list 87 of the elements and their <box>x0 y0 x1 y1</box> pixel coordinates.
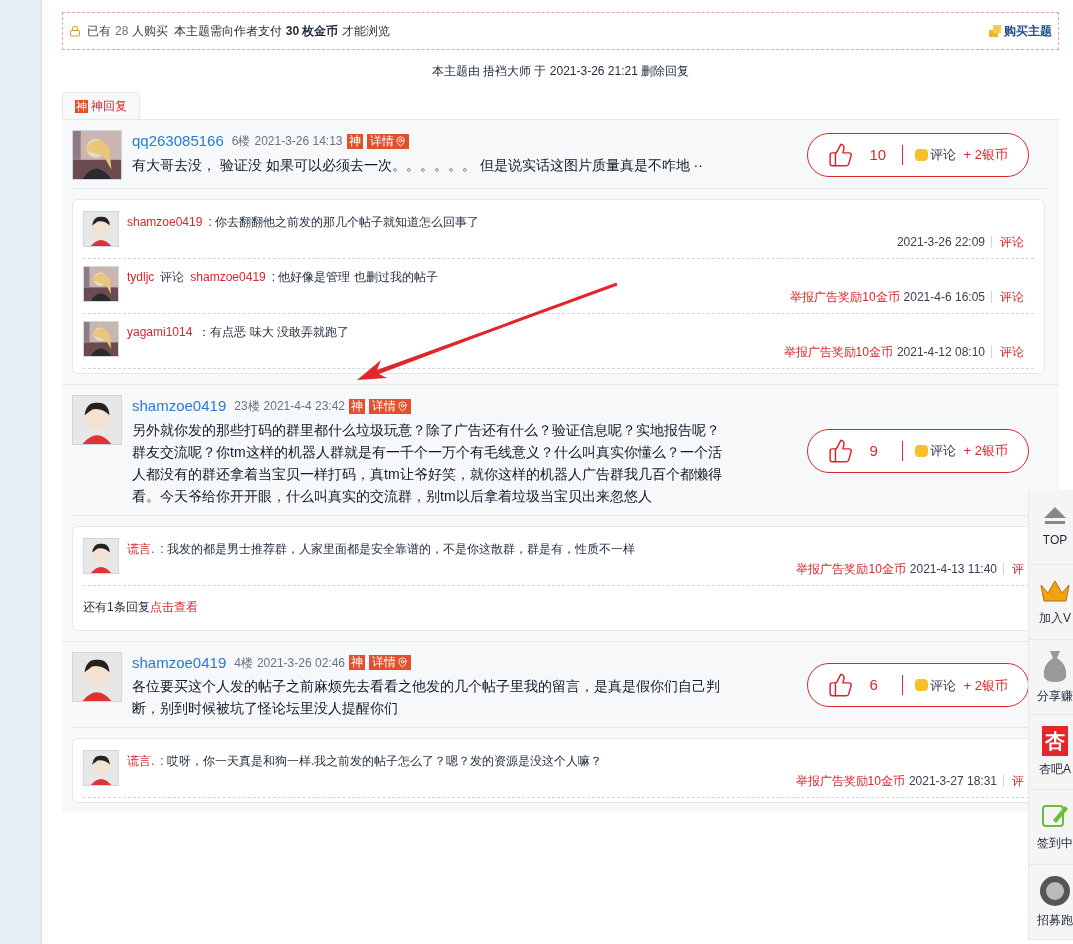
side-tool[interactable]: 分享赚 <box>1029 640 1073 715</box>
tab[interactable]: 神 神回复 <box>62 92 140 119</box>
like-count: 10 <box>869 144 888 165</box>
comment-time: 2021-4-6 16:05 <box>903 289 985 306</box>
comment-reply-link[interactable]: 评 <box>1012 772 1024 790</box>
author-name[interactable]: qq263085166 <box>132 130 224 153</box>
speech-bubble-icon <box>914 679 928 692</box>
god-badge: 神 <box>349 655 365 671</box>
comment-text: : 你去翻翻他之前发的那几个帖子就知道怎么回事了 <box>208 214 480 231</box>
up-arrow-icon <box>1042 505 1068 527</box>
side-tool[interactable]: 杏 杏吧A <box>1029 715 1073 790</box>
like-count: 6 <box>869 675 879 695</box>
post-body: 有大哥去没， 验证没 如果可以必须去一次。。。。。。 但是说实话这图片质量真是不咋地 ·· <box>132 155 704 175</box>
purchase-requirement: 本主题需向作者支付 30 枚金币 才能浏览 <box>174 23 390 40</box>
avatar-icon <box>72 651 122 702</box>
post-body: 另外就你发的那些打码的群里都什么垃圾玩意？除了广告还有什么？验证信息呢？实地报告呢？群友交流呢？你tm这样的机器人群就是有一千个一万个有毛线意义？什么叫真实你懂么？一个活人都没有的群还拿着当宝贝一样打码，真tm让爷好笑，就你这样的机器人广告群我几百个都懒得看。今天爷给你开开眼，什么叫真实的交流群，别tm以后拿着垃圾当宝贝出来忽悠人 <box>132 420 722 506</box>
avatar-icon <box>72 395 122 445</box>
commenter-name[interactable]: 谎言. <box>127 539 155 558</box>
reply-label: 评论 <box>160 269 185 286</box>
reward-text: + 2银币 <box>963 146 1008 165</box>
location-icon <box>397 400 408 412</box>
buyers-count: 28 <box>115 23 129 40</box>
post-body: 各位要买这个人发的帖子之前麻烦先去看看之他发的几个帖子里我的留言，是真是假你们自己判断，别到时候被坑了怪论坛里没人提醒你们 <box>132 677 721 718</box>
avatar-icon <box>83 211 119 247</box>
buyers-prefix: 已有 <box>87 23 111 40</box>
buy-topic-button[interactable]: 购买主题 <box>988 22 1052 40</box>
report-link[interactable]: 举报广告奖励10金币 <box>783 343 893 361</box>
like-count: 9 <box>869 440 879 461</box>
comment-time: 2021-3-27 18:31 <box>908 773 997 790</box>
post-time: 2021-3-26 14:13 <box>254 133 343 151</box>
comment-time: 2021-4-12 08:10 <box>896 344 985 361</box>
commenter-name[interactable]: shamzoe0419 <box>127 213 203 231</box>
post-time: 2021-4-4 23:42 <box>263 398 345 416</box>
comment-time: 2021-3-26 22:09 <box>896 234 985 251</box>
commenter-name[interactable]: tydljc <box>127 268 155 286</box>
comment-reply-link[interactable]: 评论 <box>1000 343 1024 361</box>
comment-text: ：有点恶 味大 没敢弄就跑了 <box>198 324 350 341</box>
more-replies-text: 还有1条回复 <box>83 599 150 614</box>
god-badge: 神 <box>346 133 363 149</box>
comment-time: 2021-4-13 11:40 <box>909 560 997 578</box>
comment-reply-link[interactable]: 评论 <box>1000 233 1024 251</box>
avatar-icon <box>83 537 119 574</box>
author-name[interactable]: shamzoe0419 <box>132 395 227 418</box>
lock-icon <box>69 25 81 37</box>
post-floor: 4楼 <box>234 654 253 672</box>
report-link[interactable]: 举报广告奖励10金币 <box>796 559 906 578</box>
coin-icon <box>1039 875 1071 907</box>
author-name[interactable]: shamzoe0419 <box>132 651 227 674</box>
comment-link[interactable]: 评论 <box>929 145 956 165</box>
speech-bubble-icon <box>914 444 928 457</box>
detail-link[interactable]: 详情 <box>369 398 411 414</box>
detail-link[interactable]: 详情 <box>366 133 409 149</box>
comment-reply-link[interactable]: 评 <box>1012 559 1024 578</box>
post-floor: 6楼 <box>231 133 251 151</box>
comment-link[interactable]: 评论 <box>929 441 956 461</box>
comment-link[interactable]: 评论 <box>929 675 956 695</box>
comment-text: : 他好像是管理 也删过我的帖子 <box>271 269 438 286</box>
speech-bubble-icon <box>914 149 928 161</box>
side-tool[interactable]: TOP <box>1029 490 1073 565</box>
post-floor: 23楼 <box>234 398 260 416</box>
tab-mark: 神 <box>75 99 88 113</box>
app-logo: 杏 <box>1042 726 1068 756</box>
location-icon <box>397 657 408 669</box>
tab-label: 神回复 <box>91 98 127 115</box>
pencil-icon <box>1041 802 1069 830</box>
report-link[interactable]: 举报广告奖励10金币 <box>795 772 905 790</box>
view-more-link[interactable]: 点击查看 <box>149 599 198 614</box>
post-time: 2021-3-26 02:46 <box>256 654 345 672</box>
side-tool[interactable]: 签到中 <box>1029 790 1073 865</box>
report-link[interactable]: 举报广告奖励10金币 <box>790 288 900 306</box>
comment-text: : 哎呀，你一天真是和狗一样.我之前发的帖子怎么了？嗯？发的资源是没这个人嘛？ <box>160 753 603 770</box>
avatar-icon <box>83 750 119 786</box>
comment-text: : 我发的都是男士推荐群，人家里面都是安全靠谱的，不是你这散群，群是有，性质不一样 <box>160 540 635 558</box>
god-badge: 神 <box>349 398 365 414</box>
buyers-suffix: 人购买 <box>132 23 169 40</box>
location-icon <box>394 135 406 147</box>
commenter-name[interactable]: 谎言. <box>127 752 155 770</box>
coins-icon <box>988 24 1002 38</box>
side-tool[interactable]: 加入V <box>1029 565 1073 640</box>
reply-target-name[interactable]: shamzoe0419 <box>190 268 266 286</box>
reward-text: + 2银币 <box>963 442 1008 460</box>
side-tool[interactable]: 招募跑 <box>1029 865 1073 940</box>
commenter-name[interactable]: yagami1014 <box>127 323 193 341</box>
moderation-note: 本主题由 捂裆大师 于 2021-3-26 21:21 删除回复 <box>430 63 691 80</box>
comment-reply-link[interactable]: 评论 <box>1000 288 1024 306</box>
reward-text: + 2银币 <box>963 676 1008 695</box>
detail-link[interactable]: 详情 <box>369 655 411 671</box>
